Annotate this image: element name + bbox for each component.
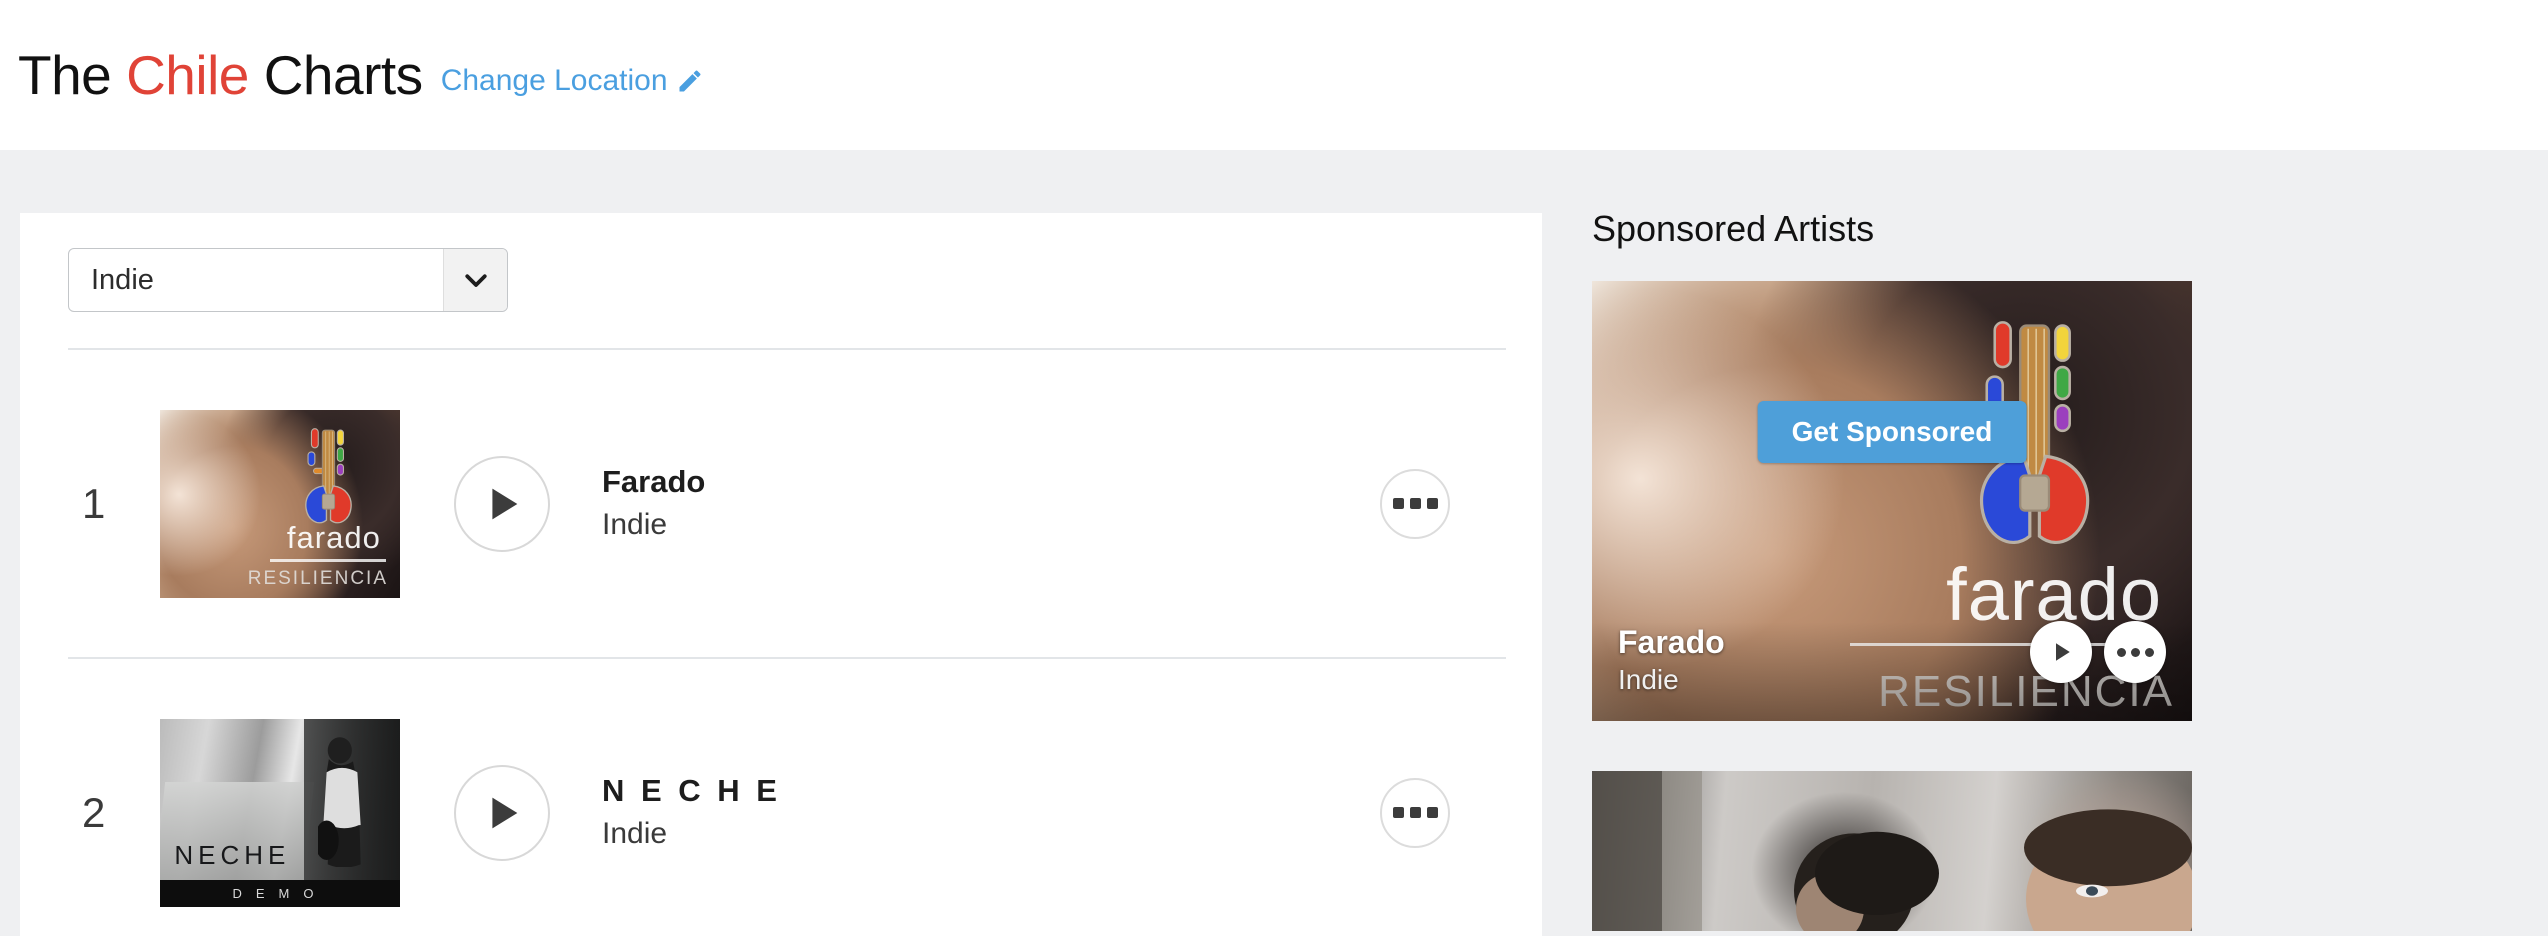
chevron-down-icon[interactable]	[443, 249, 507, 311]
artwork-subtitle: DEMO	[160, 880, 400, 907]
sponsored-card-overlay: Farado Indie	[1592, 621, 2192, 721]
chart-rank: 2	[82, 788, 106, 836]
table-row[interactable]: 1 farado RESILIENCIA Farado Indie	[68, 350, 1506, 657]
sponsored-card[interactable]: farado RESILIENCIA Get Sponsored Farado …	[1592, 281, 2192, 721]
album-artwork: farado RESILIENCIA	[160, 409, 400, 598]
artwork-word: farado	[286, 520, 381, 556]
change-location-link[interactable]: Change Location	[441, 64, 704, 98]
page-title: The Chile Charts	[18, 47, 423, 103]
page-title-suffix: Charts	[263, 43, 424, 106]
chart-rank: 1	[82, 479, 106, 527]
play-icon[interactable]	[454, 764, 550, 861]
two-people-photo	[1592, 771, 2192, 931]
sponsored-artists-section: Sponsored Artists farado RESILIENCIA Get…	[1592, 208, 2192, 936]
track-meta: Farado Indie	[602, 462, 1380, 546]
page-title-prefix: The	[18, 43, 112, 106]
play-icon[interactable]	[454, 455, 550, 552]
sponsored-artist-name: Farado	[1618, 624, 1725, 660]
table-row[interactable]: 2 NECHE DEMO N E C H E Indie	[68, 659, 1506, 936]
farado-logo-icon	[305, 428, 352, 524]
artwork-word: NECHE	[174, 839, 291, 870]
page-body: Indie 1 farado RESILIENCIA Farado Indie …	[0, 150, 2548, 936]
sponsored-artist-genre: Indie	[1618, 664, 1679, 695]
genre-select[interactable]: Indie	[68, 248, 508, 312]
sponsored-card[interactable]	[1592, 771, 2192, 931]
artwork-subtitle: RESILIENCIA	[247, 567, 388, 589]
more-options-icon[interactable]	[2104, 621, 2166, 683]
site-header: The Chile Charts Change Location	[0, 0, 2548, 150]
genre-select-value: Indie	[91, 263, 154, 296]
track-title: Farado	[602, 463, 706, 499]
track-genre: Indie	[602, 507, 668, 541]
person-silhouette-icon	[318, 737, 362, 867]
track-meta: N E C H E Indie	[602, 771, 1380, 855]
more-options-icon[interactable]	[1380, 468, 1450, 539]
play-icon[interactable]	[2030, 621, 2092, 683]
more-options-icon[interactable]	[1380, 777, 1450, 848]
pencil-icon	[676, 67, 704, 95]
charts-panel: Indie 1 farado RESILIENCIA Farado Indie …	[20, 213, 1542, 936]
track-genre: Indie	[602, 816, 668, 850]
change-location-label: Change Location	[440, 64, 668, 97]
get-sponsored-button[interactable]: Get Sponsored	[1757, 401, 2027, 463]
page-title-location: Chile	[126, 43, 249, 106]
album-artwork: NECHE DEMO	[160, 718, 400, 907]
sponsored-artists-heading: Sponsored Artists	[1592, 208, 1875, 249]
track-title: N E C H E	[602, 772, 781, 808]
